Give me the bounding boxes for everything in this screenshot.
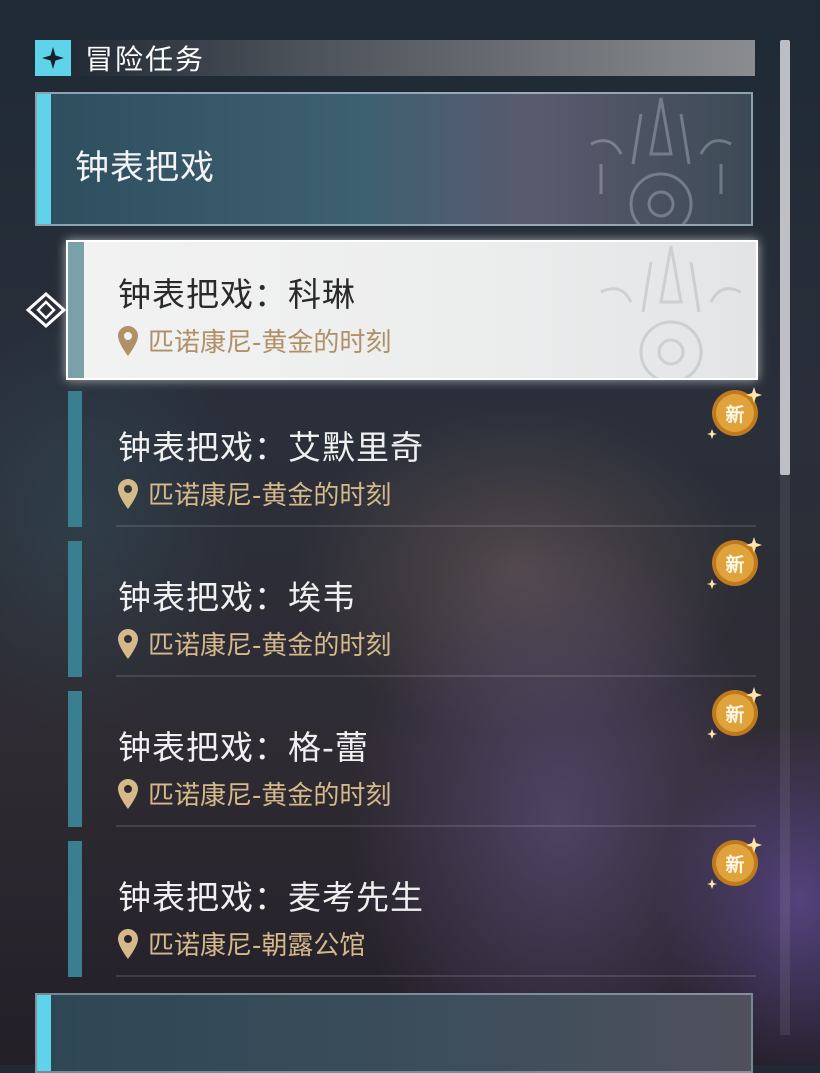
quest-location: 匹诺康尼-朝露公馆 (118, 925, 365, 962)
divider (116, 525, 756, 527)
scrollbar[interactable] (780, 40, 790, 1035)
emblem-icon (600, 245, 742, 378)
selector-arrow-icon (25, 291, 67, 329)
quest-location: 匹诺康尼-黄金的时刻 (118, 322, 391, 359)
quest-location-text: 匹诺康尼-黄金的时刻 (148, 481, 392, 511)
new-badge: 新 (704, 385, 764, 443)
quest-location-text: 匹诺康尼-黄金的时刻 (148, 631, 392, 661)
quest-item-mccoy[interactable]: 钟表把戏：麦考先生 匹诺康尼-朝露公馆 新 (68, 837, 762, 977)
quest-location-text: 匹诺康尼-黄金的时刻 (148, 781, 392, 811)
new-badge-label: 新 (725, 853, 745, 876)
quest-item-colleen[interactable]: 钟表把戏：科琳 匹诺康尼-黄金的时刻 (66, 240, 758, 380)
emblem-icon (590, 97, 732, 224)
quest-name: 钟表把戏：埃韦 (118, 578, 356, 617)
divider (116, 825, 756, 827)
category-title: 钟表把戏 (75, 148, 215, 188)
quest-location: 匹诺康尼-黄金的时刻 (118, 625, 391, 662)
quest-location: 匹诺康尼-黄金的时刻 (118, 775, 391, 812)
quest-location: 匹诺康尼-黄金的时刻 (118, 475, 391, 512)
section-header: 冒险任务 (35, 40, 755, 76)
category-accent-bar (37, 94, 51, 224)
new-badge-label: 新 (725, 703, 745, 726)
location-pin-icon (118, 928, 138, 959)
new-badge-label: 新 (725, 403, 745, 426)
quest-name: 钟表把戏：格-蕾 (118, 728, 369, 767)
sparkle-icon (35, 40, 71, 76)
category-next-partial[interactable] (35, 993, 753, 1073)
new-badge-label: 新 (725, 553, 745, 576)
quest-name: 钟表把戏：科琳 (118, 275, 356, 314)
scrollbar-thumb[interactable] (780, 40, 790, 475)
quest-name: 钟表把戏：艾默里奇 (118, 428, 424, 467)
quest-item-ewe[interactable]: 钟表把戏：埃韦 匹诺康尼-黄金的时刻 新 (68, 537, 762, 677)
section-title: 冒险任务 (85, 43, 206, 76)
quest-accent-bar (68, 541, 82, 677)
quest-name: 钟表把戏：麦考先生 (118, 878, 424, 917)
location-pin-icon (118, 478, 138, 509)
quest-item-emrich[interactable]: 钟表把戏：艾默里奇 匹诺康尼-黄金的时刻 新 (68, 387, 762, 527)
new-badge: 新 (704, 535, 764, 593)
category-clockwork-tricks[interactable]: 钟表把戏 (35, 92, 753, 226)
quest-accent-bar (68, 841, 82, 977)
location-pin-icon (118, 778, 138, 809)
divider (116, 675, 756, 677)
quest-item-grey[interactable]: 钟表把戏：格-蕾 匹诺康尼-黄金的时刻 新 (68, 687, 762, 827)
new-badge: 新 (704, 685, 764, 743)
quest-accent-bar (68, 691, 82, 827)
quest-location-text: 匹诺康尼-朝露公馆 (148, 931, 366, 961)
quest-accent-bar (68, 242, 84, 378)
category-accent-bar (37, 995, 51, 1071)
location-pin-icon (118, 628, 138, 659)
quest-accent-bar (68, 391, 82, 527)
new-badge: 新 (704, 835, 764, 893)
divider (116, 975, 756, 977)
quest-location-text: 匹诺康尼-黄金的时刻 (148, 328, 392, 358)
location-pin-icon (118, 325, 138, 356)
